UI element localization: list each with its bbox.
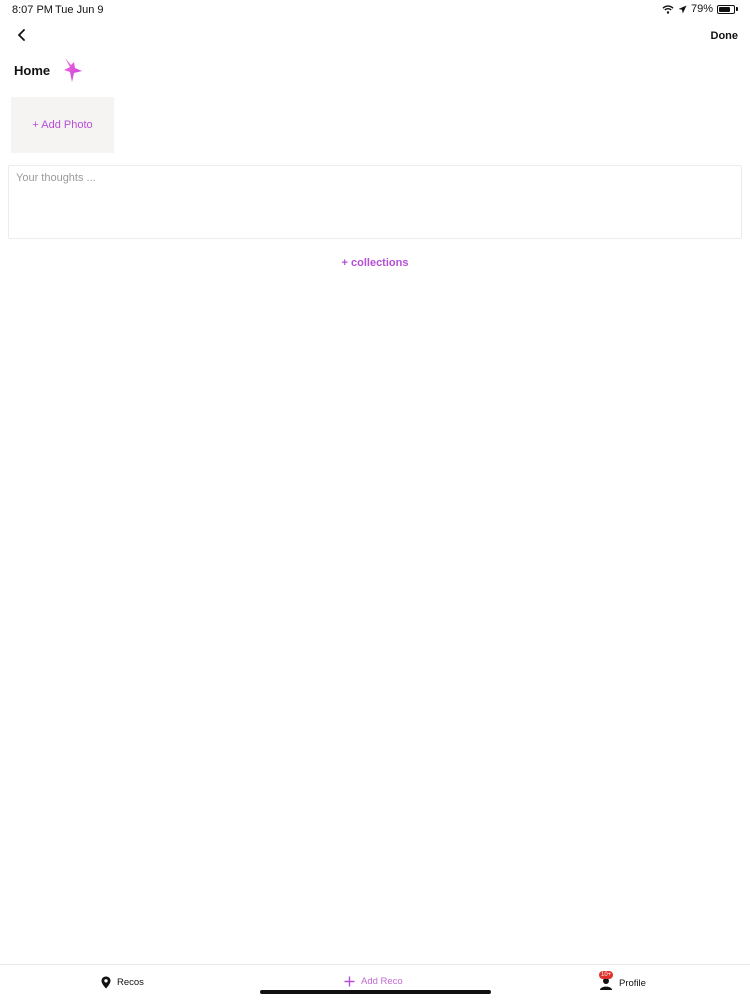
collections-label: + collections xyxy=(341,257,409,269)
battery-fill xyxy=(719,6,731,12)
add-photo-label: + Add Photo xyxy=(32,119,93,131)
tab-add-reco[interactable]: Add Reco xyxy=(344,976,403,987)
tab-profile-label: Profile xyxy=(619,977,646,989)
tab-profile[interactable]: 10+ Profile xyxy=(599,971,646,990)
add-photo-button[interactable]: + Add Photo xyxy=(11,97,114,153)
status-bar: 8:07 PM Tue Jun 9 79% xyxy=(0,0,750,20)
tab-recos-label: Recos xyxy=(117,977,144,988)
wifi-icon xyxy=(662,4,674,14)
done-button[interactable]: Done xyxy=(711,30,739,42)
battery-icon xyxy=(717,4,738,14)
bird-icon xyxy=(64,58,82,82)
add-collections-button[interactable]: + collections xyxy=(0,257,750,269)
battery-percent: 79% xyxy=(690,3,713,15)
back-button[interactable] xyxy=(12,26,30,44)
status-time: 8:07 PM xyxy=(12,4,53,16)
notification-badge: 10+ xyxy=(599,971,614,979)
tab-add-reco-label: Add Reco xyxy=(361,976,403,987)
screen: 8:07 PM Tue Jun 9 79% Done Home + Add Ph… xyxy=(0,0,750,1000)
home-indicator xyxy=(260,990,491,994)
profile-avatar: 10+ xyxy=(599,971,614,990)
status-date: Tue Jun 9 xyxy=(55,4,104,16)
tab-recos[interactable]: Recos xyxy=(101,976,144,989)
location-arrow-icon xyxy=(678,5,687,14)
tab-bar: Recos Add Reco 10+ Profile xyxy=(0,964,750,1000)
status-indicators: 79% xyxy=(662,3,738,15)
chevron-left-icon xyxy=(17,29,25,41)
page-title: Home xyxy=(14,63,51,78)
map-pin-icon xyxy=(101,976,111,989)
thoughts-input[interactable] xyxy=(8,165,742,239)
plus-icon xyxy=(344,976,355,987)
